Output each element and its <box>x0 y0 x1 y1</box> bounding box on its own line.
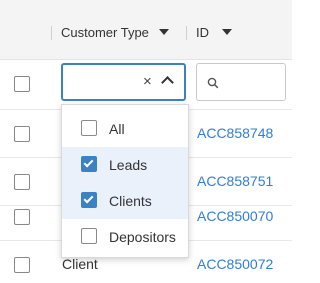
option-leads[interactable]: Leads <box>62 147 188 183</box>
filter-row: × <box>0 60 292 110</box>
option-label: Leads <box>109 157 148 173</box>
option-checkbox[interactable] <box>81 192 97 208</box>
id-link[interactable]: ACC858751 <box>197 173 273 189</box>
id-search-input[interactable] <box>196 63 286 101</box>
customer-type-dropdown: All Leads Clients Depositors <box>61 104 189 258</box>
row-checkbox[interactable] <box>14 174 30 190</box>
column-header-label: ID <box>196 24 209 40</box>
row-checkbox[interactable] <box>14 209 30 225</box>
option-label: All <box>109 121 125 137</box>
column-header-id[interactable]: ID <box>196 22 232 42</box>
column-separator <box>51 26 52 40</box>
column-header-customer-type[interactable]: Customer Type <box>61 22 169 42</box>
customer-type-filter-combobox[interactable]: × <box>61 63 186 101</box>
row-checkbox[interactable] <box>14 257 30 273</box>
option-checkbox[interactable] <box>81 228 97 244</box>
caret-down-icon[interactable] <box>222 29 232 35</box>
chevron-up-icon[interactable] <box>161 76 174 89</box>
search-icon <box>207 77 219 89</box>
clear-icon[interactable]: × <box>143 74 152 89</box>
id-link[interactable]: ACC858748 <box>197 125 273 141</box>
option-checkbox[interactable] <box>81 120 97 136</box>
option-clients[interactable]: Clients <box>62 183 188 219</box>
grid-header-row: Customer Type ID <box>0 0 292 60</box>
option-label: Depositors <box>109 229 176 245</box>
data-grid: Customer Type ID × ACC858748 ACC858751 A… <box>0 0 292 283</box>
customer-type-cell: Client <box>62 256 98 272</box>
row-checkbox[interactable] <box>14 126 30 142</box>
checkmark-icon <box>83 157 94 168</box>
option-checkbox[interactable] <box>81 156 97 172</box>
caret-down-icon[interactable] <box>158 29 169 35</box>
column-separator <box>186 26 187 40</box>
checkmark-icon <box>83 193 94 204</box>
option-label: Clients <box>109 193 152 209</box>
select-all-checkbox[interactable] <box>14 76 30 92</box>
column-header-label: Customer Type <box>61 24 149 40</box>
option-all[interactable]: All <box>62 111 188 147</box>
id-link[interactable]: ACC850070 <box>197 208 273 224</box>
option-depositors[interactable]: Depositors <box>62 219 188 255</box>
id-link[interactable]: ACC850072 <box>197 256 273 272</box>
